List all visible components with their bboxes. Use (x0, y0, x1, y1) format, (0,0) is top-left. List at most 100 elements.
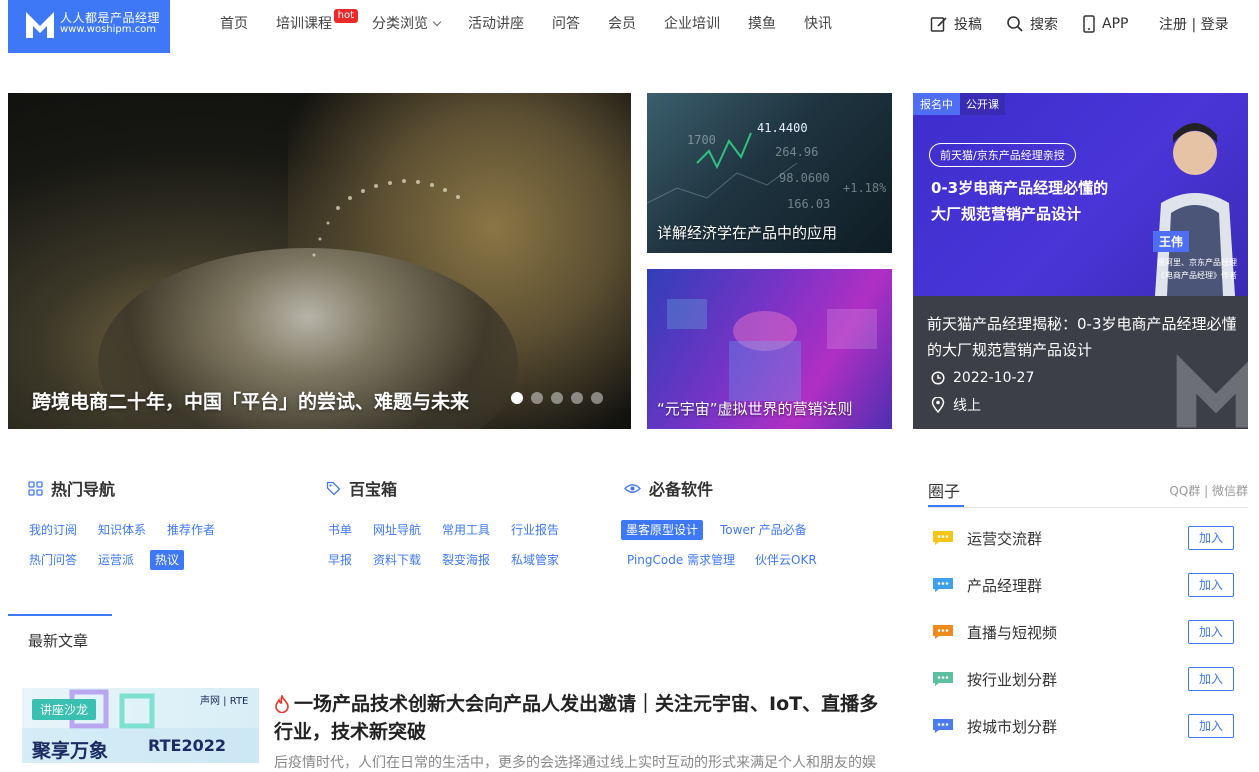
latest-title[interactable]: 最新文章 (28, 630, 88, 651)
group-item: 产品经理群 加入 (932, 572, 1234, 598)
tag-knowledge-system[interactable]: 知识体系 (98, 520, 146, 540)
course-title[interactable]: 前天猫产品经理揭秘：0-3岁电商产品经理必懂的大厂规范营销产品设计 (927, 311, 1245, 363)
join-button[interactable]: 加入 (1188, 667, 1234, 691)
nav-enterprise[interactable]: 企业培训 (650, 14, 734, 34)
nav-training-label: 培训课程 (276, 16, 332, 32)
search-icon (1007, 16, 1023, 32)
join-button[interactable]: 加入 (1188, 573, 1234, 597)
hero-side-article-2[interactable]: “元宇宙”虚拟世界的营销法则 (647, 269, 892, 429)
carousel-dot[interactable] (551, 392, 563, 404)
phone-icon (1083, 15, 1095, 33)
carousel-dot[interactable] (511, 392, 523, 404)
login-link[interactable]: 登录 (1201, 17, 1229, 33)
tag-viral-posters[interactable]: 裂变海报 (442, 550, 490, 570)
latest-underline (8, 614, 112, 616)
article-category-tag: 讲座沙龙 (32, 699, 97, 720)
search-label: 搜索 (1030, 17, 1058, 33)
tag-industry-reports[interactable]: 行业报告 (511, 520, 559, 540)
circle-title: 圈子 (928, 482, 961, 501)
group-label: 直播与短视频 (967, 623, 1058, 642)
join-button[interactable]: 加入 (1188, 620, 1234, 644)
nav-training[interactable]: 培训课程 hot (262, 9, 358, 34)
logo-url: www.woshipm.com (60, 24, 157, 35)
register-link[interactable]: 注册 (1159, 17, 1187, 33)
tag-huobanyun[interactable]: 伙伴云OKR (755, 550, 817, 570)
hot-badge: hot (333, 9, 358, 23)
nav-news[interactable]: 快讯 (790, 14, 846, 34)
tag-mockplus[interactable]: 墨客原型设计 (621, 520, 704, 540)
course-location-text: 线上 (953, 398, 981, 414)
app-button[interactable]: APP (1082, 15, 1128, 33)
hero-side-article-1[interactable]: 1700 41.4400 264.96 98.0600 +1.18% 166.0… (647, 93, 892, 253)
nav-events[interactable]: 活动讲座 (454, 14, 538, 34)
course-headline-1: 0-3岁电商产品经理必懂的 (931, 179, 1109, 197)
join-button[interactable]: 加入 (1188, 714, 1234, 738)
post-button[interactable]: 投稿 (930, 14, 982, 34)
circle-links[interactable]: QQ群 | 微信群 (1169, 482, 1248, 499)
chat-bubble-icon (933, 672, 953, 686)
article-summary: 后疫情时代，人们在日常的生活中，更多的会选择通过线上实时互动的形式来满足个人和朋… (274, 755, 876, 771)
tag-private-domain[interactable]: 私域管家 (511, 550, 559, 570)
hero-side1-title[interactable]: 详解经济学在产品中的应用 (657, 222, 837, 243)
tag-downloads[interactable]: 资料下载 (373, 550, 421, 570)
article-sponsor-logo: 声网 | RTE (200, 696, 249, 707)
course-date-text: 2022-10-27 (953, 370, 1035, 386)
toolbox-title: 百宝箱 (349, 480, 398, 499)
course-card[interactable]: 报名中 公开课 前天猫/京东产品经理亲授 0-3岁电商产品经理必懂的 大厂规范营… (913, 93, 1248, 429)
hero-carousel[interactable]: 跨境电商二十年，中国「平台」的尝试、难题与未来 (8, 93, 631, 429)
circle-underline (928, 505, 964, 507)
tag-tower[interactable]: Tower 产品必备 (720, 520, 807, 540)
carousel-dot[interactable] (591, 392, 603, 404)
flame-icon (275, 695, 289, 713)
nav-qa[interactable]: 问答 (538, 14, 594, 34)
nav-home[interactable]: 首页 (206, 14, 262, 34)
site-header: 人人都是产品经理 www.woshipm.com 首页 培训课程 hot 分类浏… (0, 0, 1259, 58)
group-label: 按城市划分群 (967, 717, 1058, 736)
software-title: 必备软件 (649, 480, 714, 499)
hero-main-title[interactable]: 跨境电商二十年，中国「平台」的尝试、难题与未来 (32, 387, 469, 414)
course-headline-2: 大厂规范营销产品设计 (931, 205, 1082, 223)
tag-pingcode[interactable]: PingCode 需求管理 (627, 550, 735, 570)
chat-bubble-icon (933, 531, 953, 545)
course-badges: 报名中 公开课 (913, 93, 1005, 115)
article-thumbnail[interactable]: 讲座沙龙 声网 | RTE 聚享万象 RTE2022 (22, 688, 259, 763)
article-image-text: 聚享万象 (32, 740, 109, 762)
grid-icon (28, 480, 43, 496)
tag-booklist[interactable]: 书单 (328, 520, 352, 540)
nav-categories[interactable]: 分类浏览 (358, 14, 454, 34)
article-heading-text: 一场产品技术创新大会向产品人发出邀请｜关注元宇宙、IoT、直播多行业，技术新突破 (274, 693, 879, 743)
tag-my-subscriptions[interactable]: 我的订阅 (29, 520, 77, 540)
tag-morning-news[interactable]: 早报 (328, 550, 352, 570)
carousel-dots (511, 392, 603, 404)
type-badge: 公开课 (960, 93, 1005, 115)
nav-moyu[interactable]: 摸鱼 (734, 14, 790, 34)
group-item: 按城市划分群 加入 (932, 713, 1234, 739)
speaker-avatar (1155, 123, 1235, 296)
logo-m-icon (26, 12, 54, 38)
toolbox-heading: 百宝箱 (326, 476, 397, 500)
nav-membership[interactable]: 会员 (594, 14, 650, 34)
site-logo[interactable]: 人人都是产品经理 www.woshipm.com (8, 0, 170, 53)
hero-dot-pattern (312, 179, 460, 257)
tag-recommended-authors[interactable]: 推荐作者 (167, 520, 215, 540)
search-button[interactable]: 搜索 (1006, 14, 1058, 34)
tag-yunyingpai[interactable]: 运营派 (98, 550, 134, 570)
tag-common-tools[interactable]: 常用工具 (442, 520, 490, 540)
circle-header: 圈子 QQ群 | 微信群 (928, 474, 1248, 508)
clock-icon (931, 371, 945, 385)
group-item: 运营交流群 加入 (932, 525, 1234, 551)
article-heading[interactable]: 一场产品技术创新大会向产品人发出邀请｜关注元宇宙、IoT、直播多行业，技术新突破 (274, 690, 884, 746)
nav-categories-label: 分类浏览 (372, 16, 428, 32)
tag-url-nav[interactable]: 网址导航 (373, 520, 421, 540)
carousel-dot[interactable] (531, 392, 543, 404)
eye-icon (624, 483, 641, 493)
header-tools: 投稿 搜索 APP (930, 14, 1152, 34)
join-button[interactable]: 加入 (1188, 526, 1234, 550)
hero-side2-title[interactable]: “元宇宙”虚拟世界的营销法则 (657, 398, 853, 419)
post-label: 投稿 (954, 17, 982, 33)
tag-hot-qa[interactable]: 热门问答 (29, 550, 77, 570)
carousel-dot[interactable] (571, 392, 583, 404)
group-label: 运营交流群 (967, 529, 1043, 548)
tag-hot-discussion[interactable]: 热议 (150, 550, 185, 570)
chat-bubble-icon (933, 578, 953, 592)
